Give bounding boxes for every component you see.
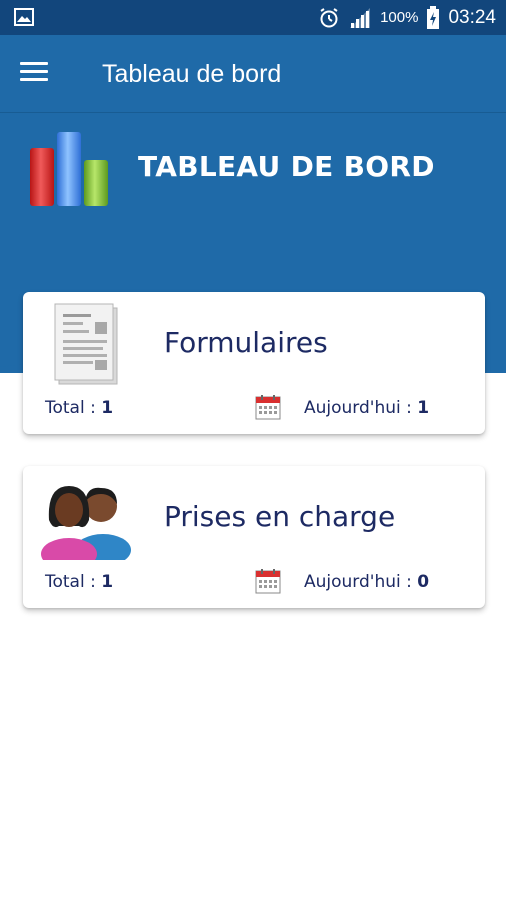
header-title: TABLEAU DE BORD <box>138 150 435 183</box>
app-bar-title: Tableau de bord <box>102 60 282 88</box>
today-count: Aujourd'hui : 0 <box>304 572 430 592</box>
calendar-icon <box>255 569 281 594</box>
alarm-icon <box>320 7 338 27</box>
card-title: Formulaires <box>164 326 328 359</box>
hamburger-menu-icon[interactable] <box>20 62 48 84</box>
card-title: Prises en charge <box>164 500 396 533</box>
total-count: Total : 1 <box>45 572 114 592</box>
prises-en-charge-card[interactable]: Prises en charge Total : 1 Aujourd'hui :… <box>23 466 485 608</box>
document-icon <box>54 303 118 385</box>
signal-icon <box>350 7 371 28</box>
gallery-icon <box>14 8 34 26</box>
today-count: Aujourd'hui : 1 <box>304 398 430 418</box>
status-right: 100% 03:24 <box>318 0 496 35</box>
total-count: Total : 1 <box>45 398 114 418</box>
app-bar: Tableau de bord <box>0 35 506 113</box>
battery-percentage: 100% <box>380 9 419 26</box>
bar-chart-icon <box>30 132 108 206</box>
status-clock: 03:24 <box>448 6 496 28</box>
people-icon <box>41 486 131 560</box>
status-bar: 100% 03:24 <box>0 0 506 35</box>
calendar-icon <box>255 395 281 420</box>
formulaires-card[interactable]: Formulaires Total : 1 Aujourd'hui : 1 <box>23 292 485 434</box>
battery-charging-icon <box>427 5 440 29</box>
